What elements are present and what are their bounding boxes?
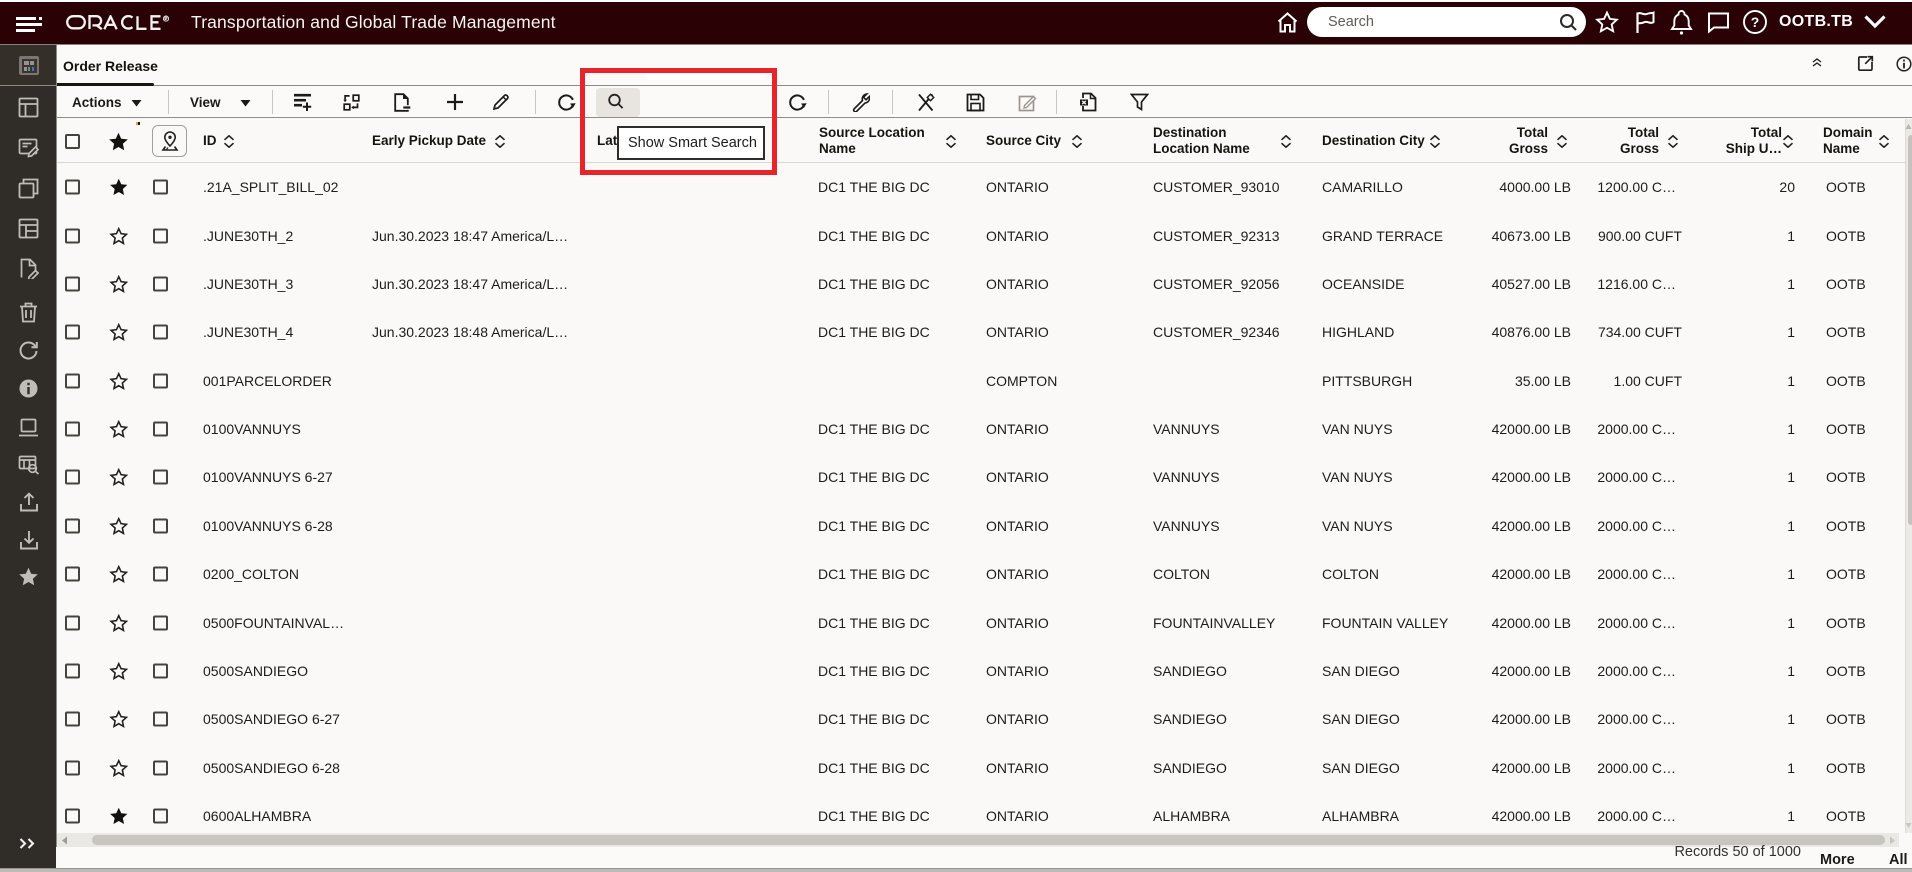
svg-text:?: ? (1751, 14, 1760, 30)
